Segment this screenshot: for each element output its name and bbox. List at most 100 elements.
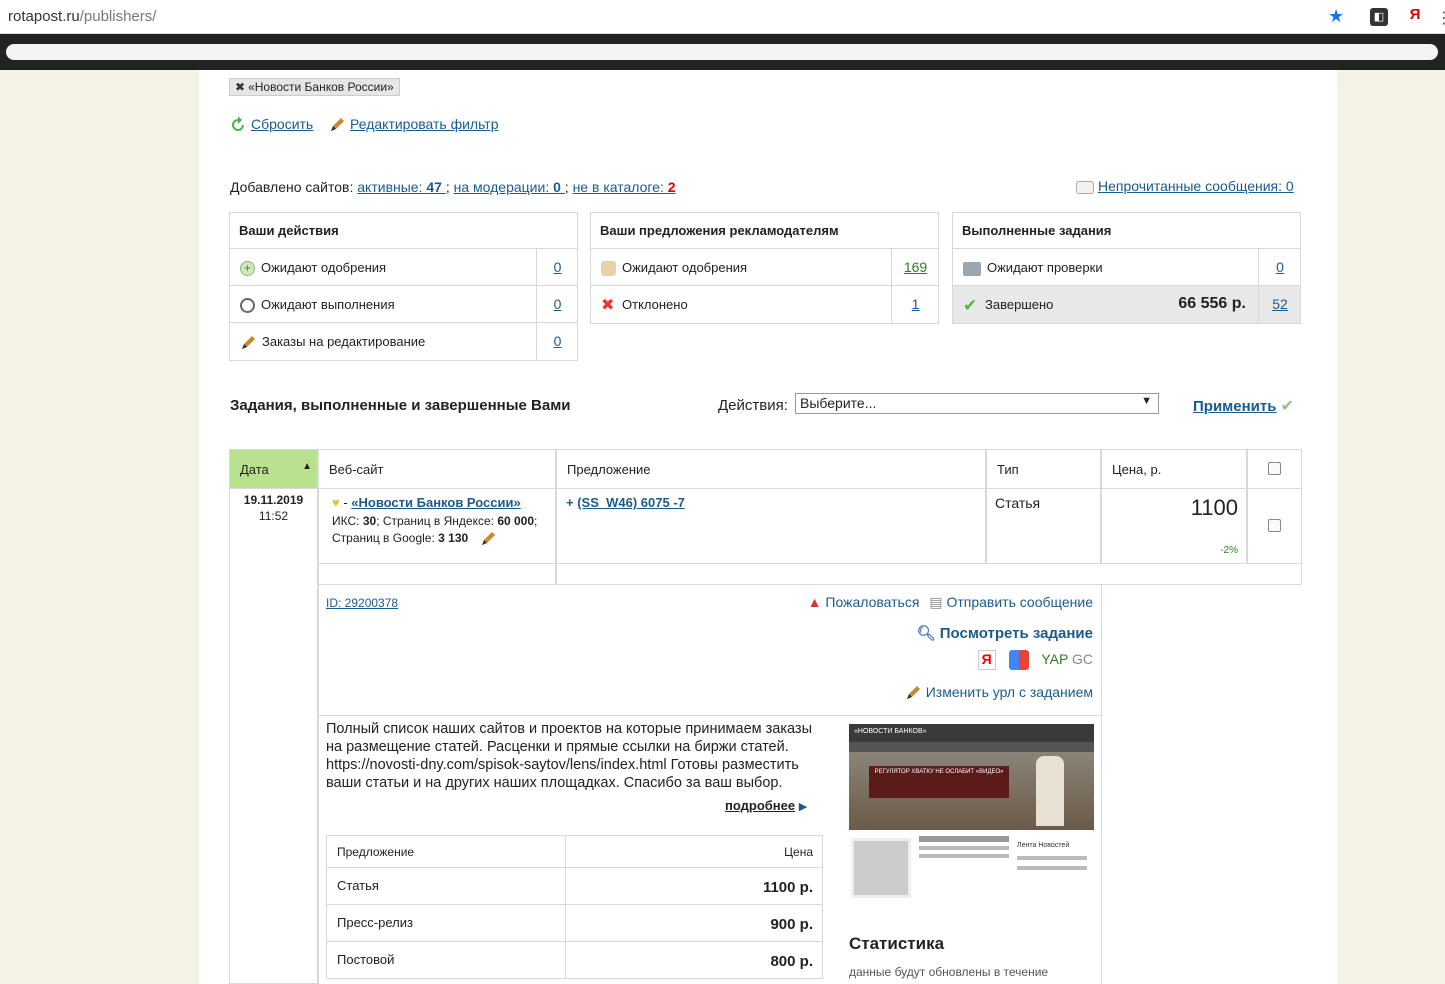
offers-awaiting-count[interactable]: 169 [904,259,927,275]
completed-tasks-box: Выполненные задания Ожидают проверки 0 ✔… [952,212,1301,324]
browser-menu-icon[interactable]: ⋮ [1436,8,1445,28]
sites-summary: Добавлено сайтов: активные: 47 ; на моде… [230,179,676,195]
clock-icon [240,298,255,314]
pencil-icon [906,686,920,700]
apply-button[interactable]: Применить ✔ [1193,396,1294,416]
awaiting-execution-count[interactable]: 0 [554,296,562,312]
row-time: 11:52 [258,509,289,523]
offers-table-header: Предложение Цена [327,836,822,867]
row-checkbox[interactable] [1268,519,1281,532]
type-cell: Статья [986,488,1101,564]
url-path: /publishers/ [79,8,157,25]
yandex-extension-icon[interactable]: Я [1405,6,1425,26]
date-cell: 19.11.2019 11:52 [229,488,318,984]
check-icon: ✔ [1280,398,1295,415]
completed-amount: 66 556 р. [1178,295,1246,312]
page-content: ✖ «Новости Банков России» Сбросить Редакт… [199,70,1337,984]
heart-icon: ♥ [332,495,340,510]
offers-rejected-count[interactable]: 1 [912,296,920,312]
offer-cell: + (SS_W46) 6075 -7 [556,488,986,564]
spacer-cell-1 [318,563,556,585]
task-id-link[interactable]: ID: 29200378 [326,596,398,610]
task-details: ID: 29200378 ▲ Пожаловаться ▤ Отправить … [318,584,1102,716]
google-icon[interactable] [1009,650,1030,670]
not-catalog-sites-link[interactable]: не в каталоге: 2 [573,179,676,195]
tasks-title: Задания, выполненные и завершенные Вами [230,397,571,414]
stats-note: данные будут обновлены в течение [849,965,1049,979]
price-cell: 1100 -2% [1101,488,1247,564]
offer-price-row: Статья 1100 р. [327,867,822,904]
actions-label: Действия: [718,397,788,414]
offer-row-awaiting: Ожидают одобрения 169 [591,249,938,286]
active-sites-link[interactable]: активные: 47 [357,179,446,195]
change-url-link[interactable]: Изменить урл с заданием [905,684,1093,701]
awaiting-approval-count[interactable]: 0 [554,259,562,275]
action-row-awaiting-approval: + Ожидают одобрения 0 [230,249,577,286]
bookmark-star-icon[interactable]: ★ [1328,6,1344,27]
filter-tag-label: «Новости Банков России» [248,80,394,94]
view-task-link[interactable]: 🔍︎ Посмотреть задание [917,624,1093,642]
user-icon [601,261,616,277]
bookmarks-bar [0,34,1445,70]
your-offers-box: Ваши предложения рекламодателям Ожидают … [590,212,939,324]
extension-icon[interactable]: ◧ [1370,8,1388,26]
reset-filter-link[interactable]: Сбросить [230,116,313,133]
offers-price-table: Предложение Цена Статья 1100 р. Пресс-рели… [326,835,823,979]
your-offers-title: Ваши предложения рекламодателям [591,213,938,249]
site-description: Полный список наших сайтов и проектов на… [326,721,812,791]
task-actions: ▲ Пожаловаться ▤ Отправить сообщение [808,594,1093,611]
done-row-awaiting-check: Ожидают проверки 0 [953,249,1300,286]
edit-filter-text[interactable]: Редактировать фильтр [350,116,499,132]
sites-prefix: Добавлено сайтов: [230,179,354,195]
check-icon: ✔ [963,295,978,315]
address-bar[interactable]: rotapost.ru/publishers/ ★ ◧ Я ⋮ [0,0,1445,34]
close-icon[interactable]: ✖ [235,80,245,94]
thumb-news: Лента Новостей [1017,842,1070,849]
awaiting-check-count[interactable]: 0 [1276,259,1284,275]
completed-count[interactable]: 52 [1272,296,1288,312]
chevron-right-icon: ▶ [798,801,808,813]
offer-price-row: Постовой 800 р. [327,941,822,978]
col-price: Цена, р. [1101,449,1247,489]
col-website: Веб-сайт [318,449,556,489]
pencil-icon [242,335,255,349]
col-select-all [1247,449,1302,489]
offer-link[interactable]: (SS_W46) 6075 -7 [577,495,685,510]
action-row-edit-orders: Заказы на редактирование 0 [230,323,577,360]
edit-orders-count[interactable]: 0 [554,333,562,349]
row-select-cell [1247,488,1302,564]
row-price: 1100 [1190,495,1238,520]
unread-messages[interactable]: Непрочитанные сообщения: 0 [1076,178,1294,194]
filter-tag[interactable]: ✖ «Новости Банков России» [229,78,400,96]
site-link[interactable]: «Новости Банков России» [351,495,520,510]
index-badges: Я YAP GC [977,650,1093,670]
refresh-icon [232,117,244,132]
col-date[interactable]: Дата ▲ [229,449,318,489]
thumb-banner: РЕГУЛЯТОР ХВАТКУ НЕ ОСЛАБИТ «ВИДЕО» [869,766,1009,798]
complain-link[interactable]: Пожаловаться [825,594,919,610]
done-row-completed: ✔ Завершено 66 556 р. 52 [953,286,1300,323]
unread-messages-link[interactable]: Непрочитанные сообщения: 0 [1098,178,1294,194]
row-date: 19.11.2019 [243,493,304,507]
site-thumbnail[interactable]: «НОВОСТИ БАНКОВ» РЕГУЛЯТОР ХВАТКУ НЕ ОСЛ… [849,724,1094,908]
url-host: rotapost.ru [8,8,80,25]
select-all-checkbox[interactable] [1268,462,1281,475]
chevron-down-icon: ▼ [1141,395,1152,407]
moderation-sites-link[interactable]: на модерации: 0 [454,179,565,195]
pencil-icon[interactable] [480,531,496,547]
more-link[interactable]: подробнее ▶ [725,798,807,813]
yap-badge[interactable]: YAP [1041,651,1068,667]
edit-filter-link[interactable]: Редактировать фильтр [329,116,499,133]
document-icon: ▤ [929,594,943,610]
send-message-link[interactable]: Отправить сообщение [946,594,1093,610]
action-row-awaiting-execution: Ожидают выполнения 0 [230,286,577,323]
gc-badge[interactable]: GC [1072,651,1093,667]
red-x-icon: ✖ [601,296,615,314]
yandex-icon[interactable]: Я [977,650,996,670]
reset-filter-text[interactable]: Сбросить [251,116,313,132]
thumb-title: «НОВОСТИ БАНКОВ» [849,724,1094,742]
actions-select[interactable]: Выберите... ▼ [795,393,1159,414]
pencil-icon [331,118,344,132]
stats-title: Статистика [849,934,945,953]
url-text[interactable]: rotapost.ru/publishers/ [8,8,156,25]
